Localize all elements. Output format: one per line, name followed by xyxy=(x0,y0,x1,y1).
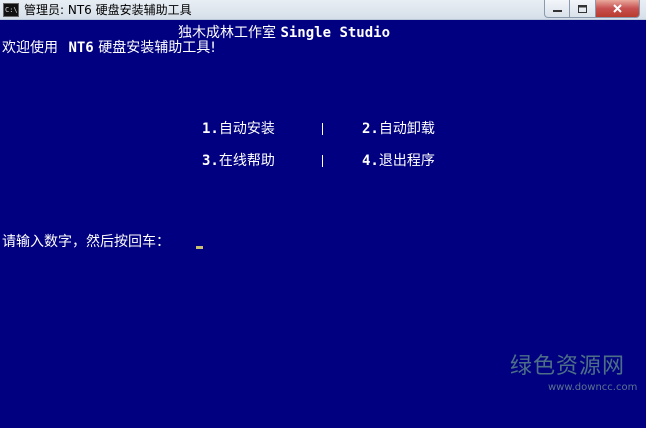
menu-item-label: 退出程序 xyxy=(378,153,435,169)
menu-item-help: 3.在线帮助 xyxy=(202,152,275,170)
close-button[interactable] xyxy=(596,0,640,18)
window-controls xyxy=(544,0,640,18)
close-icon xyxy=(613,4,622,13)
welcome-prefix: 欢迎使用 xyxy=(2,40,58,56)
menu-separator xyxy=(322,123,323,135)
text-cursor xyxy=(196,246,203,249)
watermark-url: www.downcc.com xyxy=(548,382,638,393)
menu-item-label: 自动卸载 xyxy=(378,121,435,137)
menu-item-number: 4. xyxy=(362,153,379,169)
cmd-icon[interactable]: C:\ xyxy=(3,3,19,17)
cmd-icon-text: C:\ xyxy=(5,6,18,14)
title-bar[interactable]: C:\ 管理员: NT6 硬盘安装辅助工具 xyxy=(0,0,646,20)
menu-item-label: 在线帮助 xyxy=(218,153,275,169)
menu-separator xyxy=(322,155,323,167)
menu-item-exit: 4.退出程序 xyxy=(362,152,435,170)
menu-item-number: 3. xyxy=(202,153,219,169)
window-title: 管理员: NT6 硬盘安装辅助工具 xyxy=(24,3,192,17)
welcome-line: 欢迎使用 NT6 硬盘安装辅助工具! xyxy=(2,39,216,57)
menu-item-label: 自动安装 xyxy=(218,121,275,137)
welcome-suffix: 硬盘安装辅助工具! xyxy=(98,40,216,56)
input-prompt: 请输入数字，然后按回车： xyxy=(2,234,170,250)
studio-name-en: Single Studio xyxy=(280,25,391,41)
maximize-icon xyxy=(578,4,587,13)
watermark-logo: 绿色资源网 xyxy=(510,354,626,379)
console-window: C:\ 管理员: NT6 硬盘安装辅助工具 独木成林工作室 Single Stu… xyxy=(0,0,646,428)
menu-item-install: 1.自动安装 xyxy=(202,120,275,138)
minimize-icon xyxy=(552,9,562,12)
welcome-app: NT6 xyxy=(68,40,94,56)
minimize-button[interactable] xyxy=(544,0,570,18)
menu-item-number: 1. xyxy=(202,121,219,137)
menu-item-uninstall: 2.自动卸载 xyxy=(362,120,435,138)
menu-item-number: 2. xyxy=(362,121,379,137)
maximize-button[interactable] xyxy=(570,0,596,18)
